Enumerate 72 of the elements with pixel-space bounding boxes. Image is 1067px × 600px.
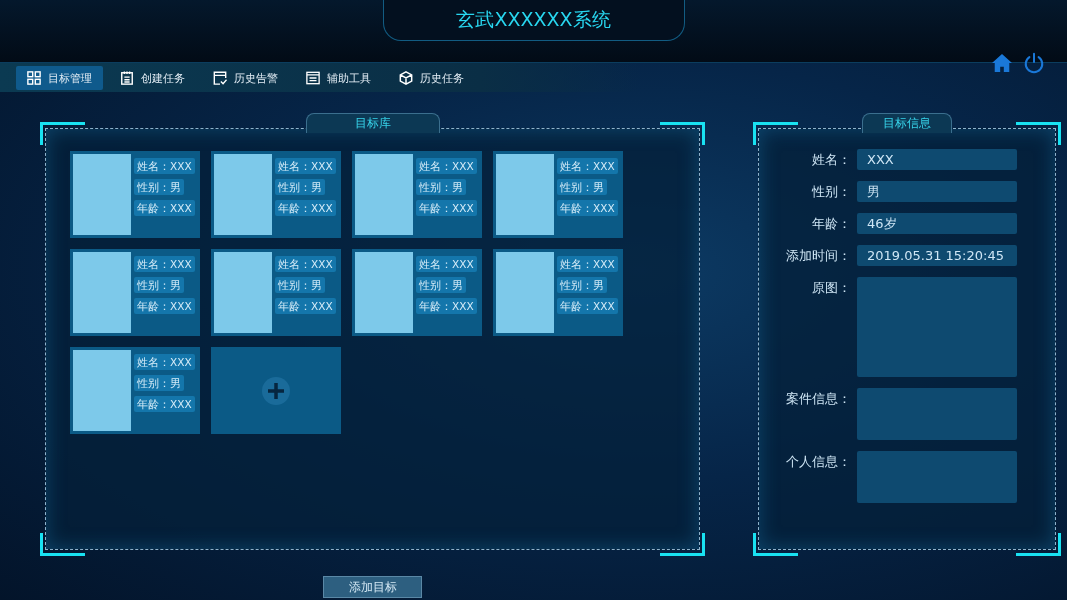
target-card[interactable]: 姓名：XXX 性别：男 年龄：XXX xyxy=(352,151,482,238)
target-field: 姓名：XXX xyxy=(557,158,618,174)
corner-bracket xyxy=(1016,122,1061,145)
power-icon[interactable] xyxy=(1023,52,1045,74)
panel-title: 目标库 xyxy=(305,113,440,133)
grid-icon xyxy=(27,71,41,85)
target-field: 性别：男 xyxy=(134,179,184,195)
checklist-icon xyxy=(213,71,227,85)
field-value: 2019.05.31 15:20:45 xyxy=(857,245,1017,266)
target-card[interactable]: 姓名：XXX 性别：男 年龄：XXX xyxy=(352,249,482,336)
target-card[interactable]: 姓名：XXX 性别：男 年龄：XXX xyxy=(493,151,623,238)
corner-bracket xyxy=(40,533,85,556)
target-field: 年龄：XXX xyxy=(416,298,477,314)
target-card[interactable]: 姓名：XXX 性别：男 年龄：XXX xyxy=(70,249,200,336)
corner-bracket xyxy=(1016,533,1061,556)
field-value: 男 xyxy=(857,181,1017,202)
target-field: 性别：男 xyxy=(134,375,184,391)
field-label: 个人信息： xyxy=(785,453,851,471)
target-field: 性别：男 xyxy=(557,277,607,293)
target-card[interactable]: 姓名：XXX 性别：男 年龄：XXX xyxy=(70,347,200,434)
corner-bracket xyxy=(660,533,705,556)
nav-tab[interactable]: 历史任务 xyxy=(388,66,475,90)
target-field: 年龄：XXX xyxy=(557,200,618,216)
panel-title: 目标信息 xyxy=(862,113,952,133)
field-label: 年龄： xyxy=(811,215,851,233)
target-field: 姓名：XXX xyxy=(134,354,195,370)
window-title: 玄武XXXXXX系统 xyxy=(456,7,611,32)
nav-tab[interactable]: 目标管理 xyxy=(16,66,103,90)
plus-icon xyxy=(261,375,291,406)
corner-bracket xyxy=(753,533,798,556)
field-label: 添加时间： xyxy=(785,247,851,265)
corner-bracket xyxy=(40,122,85,145)
corner-bracket xyxy=(660,122,705,145)
corner-bracket xyxy=(753,122,798,145)
target-field: 年龄：XXX xyxy=(275,200,336,216)
field-label: 原图： xyxy=(811,279,851,297)
target-field: 性别：男 xyxy=(557,179,607,195)
target-field: 年龄：XXX xyxy=(557,298,618,314)
target-field: 性别：男 xyxy=(416,277,466,293)
target-field: 性别：男 xyxy=(275,277,325,293)
target-field: 年龄：XXX xyxy=(275,298,336,314)
nav-tab[interactable]: 辅助工具 xyxy=(295,66,382,90)
target-field: 姓名：XXX xyxy=(134,158,195,174)
target-field: 年龄：XXX xyxy=(134,200,195,216)
target-field: 姓名：XXX xyxy=(416,256,477,272)
nav-tab[interactable]: 历史告警 xyxy=(202,66,289,90)
target-field: 姓名：XXX xyxy=(134,256,195,272)
field-value: 46岁 xyxy=(857,213,1017,234)
target-card[interactable]: 姓名：XXX 性别：男 年龄：XXX xyxy=(211,151,341,238)
target-field: 姓名：XXX xyxy=(275,158,336,174)
nav-tab[interactable]: 创建任务 xyxy=(109,66,196,90)
target-field: 性别：男 xyxy=(416,179,466,195)
tray-icon xyxy=(306,71,320,85)
target-field: 年龄：XXX xyxy=(134,396,195,412)
notepad-icon xyxy=(120,71,134,85)
target-card[interactable]: 姓名：XXX 性别：男 年龄：XXX xyxy=(493,249,623,336)
field-value: XXX xyxy=(857,149,1017,170)
target-field: 性别：男 xyxy=(275,179,325,195)
target-field: 姓名：XXX xyxy=(557,256,618,272)
target-card[interactable]: 姓名：XXX 性别：男 年龄：XXX xyxy=(211,249,341,336)
cube-icon xyxy=(399,71,413,85)
add-target-button[interactable]: 添加目标 xyxy=(323,576,422,598)
target-field: 年龄：XXX xyxy=(134,298,195,314)
target-card[interactable]: 姓名：XXX 性别：男 年龄：XXX xyxy=(70,151,200,238)
target-field: 姓名：XXX xyxy=(275,256,336,272)
home-icon[interactable] xyxy=(991,53,1013,73)
target-field: 姓名：XXX xyxy=(416,158,477,174)
target-field: 年龄：XXX xyxy=(416,200,477,216)
field-label: 姓名： xyxy=(811,151,851,169)
target-field: 性别：男 xyxy=(134,277,184,293)
field-label: 性别： xyxy=(811,183,851,201)
field-label: 案件信息： xyxy=(785,390,851,408)
